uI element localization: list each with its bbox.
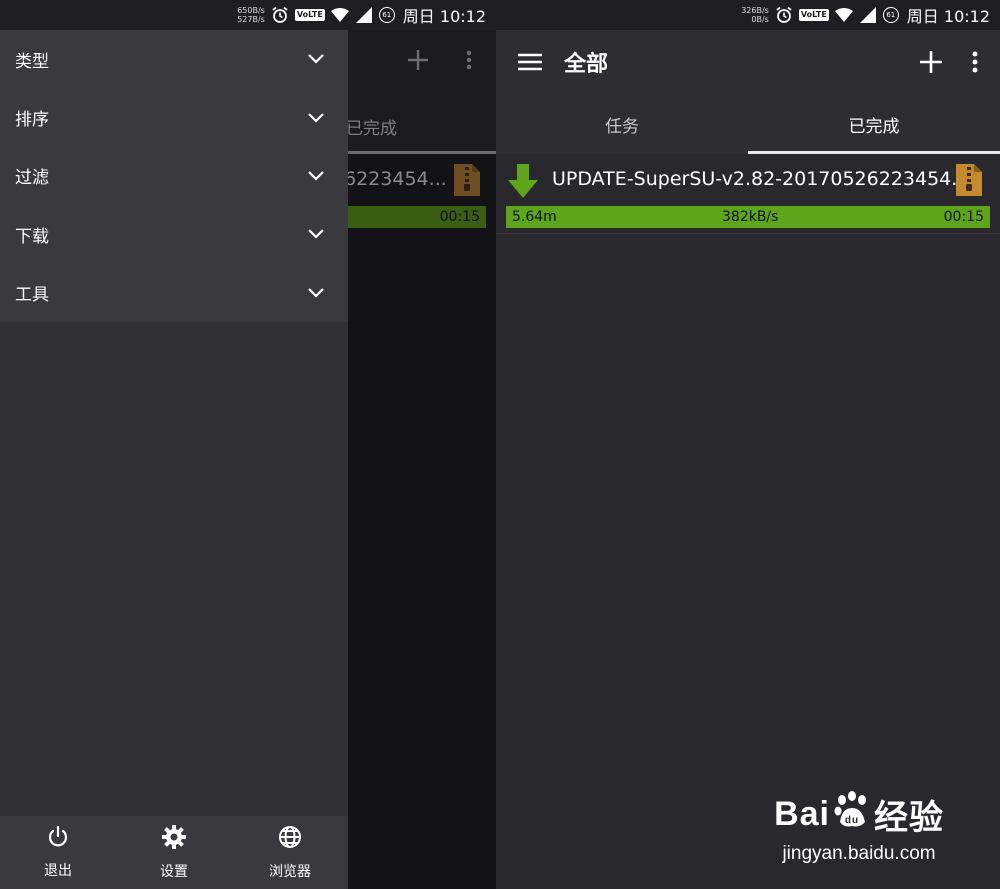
drawer-bottom-bar: 退出 设置 浏览器: [0, 816, 348, 889]
settings-button[interactable]: 设置: [116, 816, 232, 889]
status-time: 周日 10:12: [906, 7, 990, 26]
right-screenshot: 326B/s 0B/s VoLTE 61 周日 10:12 全部 任务 已完成 …: [496, 0, 1000, 889]
status-bar: 650B/s 527B/s VoLTE 61 周日 10:12: [0, 0, 496, 30]
chevron-down-icon: [308, 49, 324, 69]
battery-badge: 61: [882, 7, 899, 23]
status-time: 周日 10:12: [402, 7, 486, 26]
menu-icon[interactable]: [518, 53, 542, 71]
more-icon: [466, 50, 472, 74]
watermark-url: jingyan.baidu.com: [782, 843, 936, 864]
download-item[interactable]: UPDATE-SuperSU-v2.82-20170526223454... 5…: [496, 154, 1000, 234]
network-speed: 326B/s 0B/s: [741, 6, 769, 24]
gear-icon: [162, 824, 186, 853]
tab-completed[interactable]: 已完成: [748, 94, 1000, 154]
svg-text:du: du: [845, 815, 859, 826]
exit-button[interactable]: 退出: [0, 816, 116, 889]
zip-file-icon: [454, 164, 480, 200]
menu-item-type[interactable]: 类型: [0, 30, 348, 88]
volte-badge: VoLTE: [798, 9, 829, 21]
file-size: 5.64m: [512, 209, 557, 225]
network-speed: 650B/s 527B/s: [237, 6, 265, 24]
file-name: UPDATE-SuperSU-v2.82-20170526223454...: [552, 168, 970, 190]
browser-label: 浏览器: [269, 863, 311, 880]
more-icon[interactable]: [972, 51, 978, 73]
globe-icon: [278, 825, 302, 853]
remaining-time: 00:15: [943, 209, 984, 225]
dimmed-tabs: 已完成: [346, 94, 496, 154]
alarm-icon: [271, 6, 289, 24]
chevron-down-icon: [308, 224, 324, 244]
settings-label: 设置: [160, 863, 188, 880]
dimmed-tab-completed: 已完成: [346, 119, 397, 139]
volte-badge: VoLTE: [294, 9, 325, 21]
tab-bar: 任务 已完成: [496, 94, 1000, 154]
browser-button[interactable]: 浏览器: [232, 816, 348, 889]
page-title: 全部: [564, 52, 609, 77]
signal-icon: [355, 6, 373, 24]
watermark-brand-b: 经验: [874, 799, 944, 837]
watermark-brand-a: Bai: [774, 795, 830, 833]
app-bar: 全部: [496, 30, 1000, 94]
status-bar: 326B/s 0B/s VoLTE 61 周日 10:12: [496, 0, 1000, 30]
power-icon: [47, 825, 69, 852]
menu-item-label: 排序: [15, 110, 49, 131]
chevron-down-icon: [308, 166, 324, 186]
dimmed-download-item: 6223454... 00:15: [344, 154, 496, 234]
zip-file-icon: [956, 164, 982, 200]
paw-logo-icon: du: [832, 790, 872, 839]
download-arrow-icon: [508, 164, 538, 202]
dimmed-appbar: [348, 30, 496, 94]
add-icon[interactable]: [920, 51, 942, 73]
menu-item-tools[interactable]: 工具: [0, 264, 348, 322]
download-speed: 527B/s: [237, 15, 265, 24]
download-speed-value: 382kB/s: [722, 209, 779, 225]
menu-item-download[interactable]: 下载: [0, 205, 348, 263]
signal-icon: [859, 6, 877, 24]
menu-item-label: 过滤: [15, 168, 49, 189]
upload-speed: 650B/s: [237, 6, 265, 15]
dimmed-content: 已完成 6223454... 00:15: [344, 30, 496, 889]
download-speed: 0B/s: [751, 15, 769, 24]
wifi-icon: [834, 6, 853, 24]
baidu-watermark: Bai du 经验 jingyan.baidu.com: [774, 790, 944, 865]
navigation-drawer: 类型 排序 过滤 下载 工具 退出 设置 浏览器: [0, 30, 348, 889]
wifi-icon: [330, 6, 349, 24]
left-screenshot: 650B/s 527B/s VoLTE 61 周日 10:12 已完成 6223…: [0, 0, 496, 889]
battery-badge: 61: [378, 7, 395, 23]
upload-speed: 326B/s: [741, 6, 769, 15]
alarm-icon: [775, 6, 793, 24]
chevron-down-icon: [308, 108, 324, 128]
drawer-menu: 类型 排序 过滤 下载 工具: [0, 30, 348, 322]
exit-label: 退出: [44, 862, 72, 879]
menu-item-sort[interactable]: 排序: [0, 88, 348, 146]
add-icon: [408, 50, 428, 74]
menu-item-label: 工具: [15, 285, 49, 306]
menu-item-filter[interactable]: 过滤: [0, 147, 348, 205]
tab-tasks[interactable]: 任务: [496, 94, 748, 154]
dimmed-file-name: 6223454...: [344, 168, 447, 190]
progress-bar: 5.64m 382kB/s 00:15: [506, 206, 990, 228]
menu-item-label: 下载: [15, 226, 49, 247]
dimmed-progress-bar: 00:15: [348, 206, 486, 228]
menu-item-label: 类型: [15, 51, 49, 72]
watermark-brand: Bai du 经验: [774, 790, 944, 839]
chevron-down-icon: [308, 283, 324, 303]
